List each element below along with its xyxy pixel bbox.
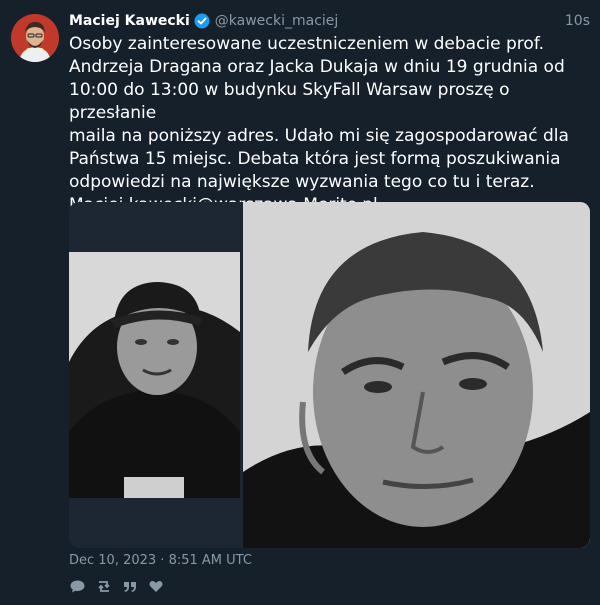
quote-icon[interactable] <box>121 578 138 595</box>
tweet-text: Osoby zainteresowane uczestniczeniem w d… <box>69 34 569 215</box>
tweet-header: Maciej Kawecki @kawecki_maciej 10s <box>69 11 590 31</box>
reply-icon[interactable] <box>69 578 86 595</box>
portrait-man-closeup-image[interactable] <box>243 202 590 548</box>
time-ago[interactable]: 10s <box>565 13 590 29</box>
retweet-icon[interactable] <box>95 578 112 595</box>
heart-icon[interactable] <box>147 578 164 595</box>
tweet-actions <box>69 578 164 595</box>
tweet-timestamp[interactable]: Dec 10, 2023 · 8:51 AM UTC <box>69 553 252 568</box>
portrait-man-cap-image[interactable] <box>69 252 240 498</box>
author-name[interactable]: Maciej Kawecki <box>69 13 190 29</box>
verified-badge-icon <box>194 13 210 29</box>
tweet-media[interactable] <box>69 202 590 548</box>
avatar[interactable] <box>11 14 59 62</box>
author-handle[interactable]: @kawecki_maciej <box>215 13 339 29</box>
tweet-card: Maciej Kawecki @kawecki_maciej 10s Osoby… <box>0 0 600 605</box>
user-avatar-icon <box>11 14 59 62</box>
